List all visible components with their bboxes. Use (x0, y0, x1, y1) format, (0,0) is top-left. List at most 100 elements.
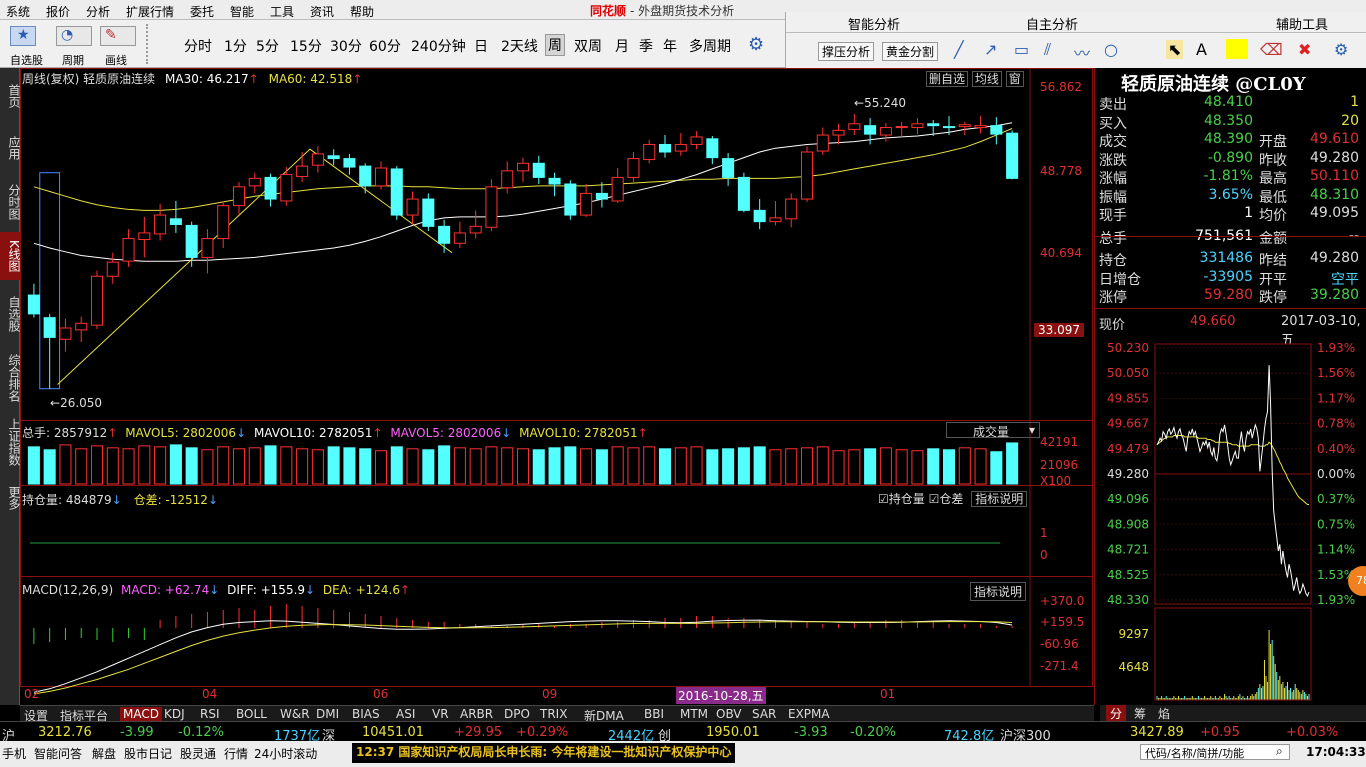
text-tool-icon[interactable]: A (1196, 40, 1207, 59)
oi-help-button[interactable]: 指标说明 (971, 491, 1028, 507)
search-icon[interactable]: ⌕ (1276, 744, 1283, 759)
watchlist-label[interactable]: 自选股 (10, 52, 43, 68)
nav-ranking[interactable]: 综合排名 (0, 350, 21, 406)
period-2day[interactable]: 2天线 (501, 36, 538, 56)
period-60min[interactable]: 60分 (369, 36, 401, 56)
indicator-tab[interactable]: SAR (752, 707, 776, 721)
nav-more[interactable]: 更多 (0, 478, 21, 518)
status-24h[interactable]: 24小时滚动 (254, 745, 317, 762)
indicator-tab[interactable]: ASI (396, 707, 415, 721)
chart-area[interactable]: 周线(复权) 轻质原油连续 MA30: 46.217↑ MA60: 42.518… (20, 68, 1094, 705)
period-5min[interactable]: 5分 (256, 36, 279, 56)
aux-tools-head[interactable]: 辅助工具 (1276, 14, 1328, 33)
remove-watch-button[interactable]: 删自选 (926, 71, 969, 87)
period-1min[interactable]: 1分 (224, 36, 247, 56)
indicator-tab[interactable]: W&R (280, 707, 310, 721)
status-quote[interactable]: 行情 (224, 745, 248, 762)
menu-order[interactable]: 委托 (190, 3, 214, 20)
delete-tool-icon[interactable]: ✖ (1298, 40, 1311, 59)
period-week[interactable]: 周 (545, 34, 565, 56)
mini-tab-flame[interactable]: 焰 (1154, 705, 1174, 722)
oi-value: 持仓量: 484879 (22, 493, 112, 507)
line-tool-icon[interactable]: ╱ (954, 40, 964, 59)
indicator-tab[interactable]: TRIX (540, 707, 567, 721)
support-resist-button[interactable]: 撑压分析 (818, 42, 875, 61)
mini-tab-chips[interactable]: 筹 (1130, 705, 1150, 722)
menu-quote[interactable]: 报价 (46, 3, 70, 20)
indicator-tab[interactable]: OBV (716, 707, 742, 721)
quote-label: 买入 (1099, 115, 1127, 132)
period-label[interactable]: 周期 (62, 52, 84, 68)
indicator-tab[interactable]: KDJ (164, 707, 185, 721)
period-2week[interactable]: 双周 (574, 36, 602, 56)
wave-tool-icon[interactable]: 〰 (1074, 40, 1090, 64)
nav-watchlist[interactable]: 自选股 (0, 286, 21, 342)
nav-home[interactable]: 首页 (0, 76, 21, 116)
ellipse-tool-icon[interactable]: ○ (1104, 40, 1118, 59)
indicator-tab[interactable]: BBI (644, 707, 664, 721)
menu-smart[interactable]: 智能 (230, 3, 254, 20)
candle-body (232, 186, 246, 207)
menu-system[interactable]: 系统 (6, 3, 30, 20)
period-multi[interactable]: 多周期 (689, 36, 731, 56)
mini-tab-minute[interactable]: 分 (1106, 705, 1127, 722)
indicator-tab[interactable]: ARBR (460, 707, 493, 721)
menu-analysis[interactable]: 分析 (86, 3, 110, 20)
color-picker-icon[interactable] (1226, 39, 1248, 59)
smart-analysis-head[interactable]: 智能分析 (848, 14, 900, 33)
status-gulingtong[interactable]: 股灵通 (180, 745, 216, 762)
indicator-tab[interactable]: EXPMA (788, 707, 830, 721)
indicator-tab[interactable]: MACD (120, 707, 162, 721)
kline-chart-svg[interactable] (20, 68, 1094, 705)
search-input[interactable]: 代码/名称/简拼/功能 (1140, 744, 1290, 760)
nav-minute-chart[interactable]: 分时图 (0, 178, 21, 226)
nav-sh-index[interactable]: 上证指数 (0, 414, 21, 470)
minute-chart-svg[interactable]: 50.230 50.050 49.855 49.667 49.479 49.280 49.0… (1095, 338, 1366, 708)
draw-settings-icon[interactable]: ⚙ (1334, 40, 1348, 59)
window-button[interactable]: 窗 (1005, 71, 1024, 87)
indicator-tab[interactable]: RSI (200, 707, 220, 721)
indicator-dropdown[interactable]: 成交量 ▾ (946, 422, 1040, 439)
draw-label[interactable]: 画线 (105, 52, 127, 68)
period-30min[interactable]: 30分 (330, 36, 362, 56)
period-day[interactable]: 日 (474, 36, 488, 56)
indicator-tab[interactable]: MTM (680, 707, 708, 721)
status-qa[interactable]: 智能问答 (34, 745, 82, 762)
indicator-tab[interactable]: DPO (504, 707, 530, 721)
oi-diff-checkbox[interactable]: ☑仓差 (929, 492, 964, 506)
period-minute-line[interactable]: 分时 (184, 36, 212, 56)
cursor-tool-icon[interactable]: ⬉ (1166, 40, 1184, 59)
menu-help[interactable]: 帮助 (350, 3, 374, 20)
eraser-tool-icon[interactable]: ⌫ (1260, 40, 1283, 59)
nav-apps[interactable]: 应用 (0, 126, 21, 170)
settings-gear-icon[interactable]: ⚙ (748, 34, 764, 55)
star-icon[interactable]: ★ (10, 26, 36, 46)
manual-analysis-head[interactable]: 自主分析 (1026, 14, 1078, 33)
macd-help-button[interactable]: 指标说明 (970, 582, 1027, 601)
news-ticker[interactable]: 12:37 国家知识产权局局长申长雨: 今年将建设一批知识产权保护中心 (352, 743, 736, 763)
period-quarter[interactable]: 季 (639, 36, 653, 56)
ray-tool-icon[interactable]: ↗ (984, 40, 997, 59)
indicator-tab[interactable]: DMI (316, 707, 339, 721)
indicator-tab[interactable]: BIAS (352, 707, 380, 721)
status-mobile[interactable]: 手机 (2, 745, 26, 762)
pen-icon[interactable]: ✎ (100, 26, 136, 46)
golden-split-button[interactable]: 黄金分割 (882, 42, 939, 61)
nav-kline-chart[interactable]: K线图 (0, 232, 21, 280)
ma-button[interactable]: 均线 (971, 71, 1002, 87)
period-15min[interactable]: 15分 (290, 36, 322, 56)
indicator-tab[interactable]: VR (432, 707, 449, 721)
menu-tools[interactable]: 工具 (270, 3, 294, 20)
channel-tool-icon[interactable]: ⫽ (1044, 40, 1051, 60)
oi-checkbox[interactable]: ☑持仓量 (878, 492, 925, 506)
indicator-tab[interactable]: BOLL (236, 707, 267, 721)
menu-ext-quote[interactable]: 扩展行情 (126, 3, 174, 20)
period-240min[interactable]: 240分钟 (411, 36, 466, 56)
status-diary[interactable]: 股市日记 (124, 745, 172, 762)
menu-info[interactable]: 资讯 (310, 3, 334, 20)
status-jiepan[interactable]: 解盘 (92, 745, 116, 762)
period-clock-icon[interactable]: ◔ (56, 26, 92, 46)
period-month[interactable]: 月 (615, 36, 629, 56)
period-year[interactable]: 年 (663, 36, 677, 56)
rect-tool-icon[interactable]: ▭ (1014, 40, 1029, 59)
